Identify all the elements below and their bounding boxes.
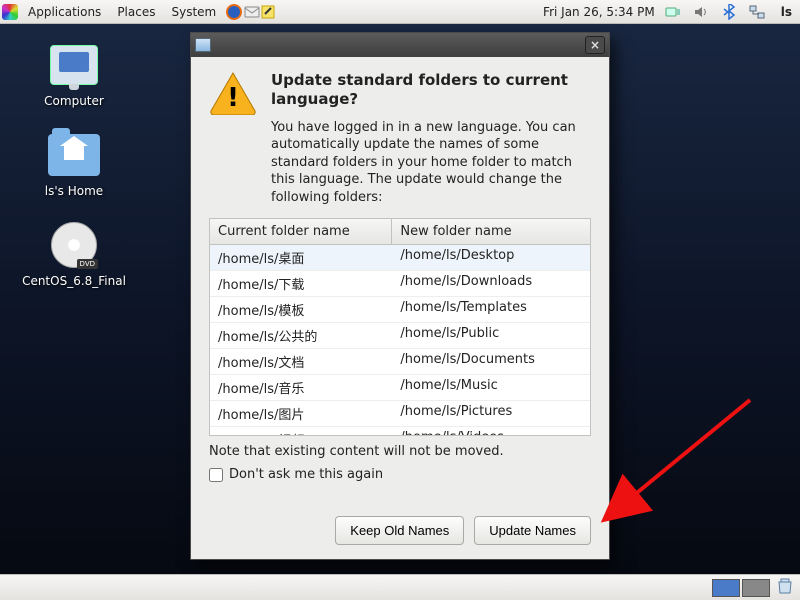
warning-icon: ! [209,71,257,206]
workspace-2[interactable] [742,579,770,597]
desktop-icons: Computer ls's Home CentOS_6.8_Final [14,40,134,288]
removable-media-icon[interactable] [663,0,683,24]
bluetooth-icon[interactable] [719,0,739,24]
bottom-panel [0,574,800,600]
cell-new: /home/ls/Downloads [392,271,590,296]
window-icon [195,38,211,52]
table-header: Current folder name New folder name [210,219,590,245]
cell-new: /home/ls/Pictures [392,401,590,426]
dialog-note: Note that existing content will not be m… [209,444,591,459]
cell-new: /home/ls/Public [392,323,590,348]
cell-new: /home/ls/Templates [392,297,590,322]
table-row[interactable]: /home/ls/模板/home/ls/Templates [210,297,590,323]
col-current[interactable]: Current folder name [210,219,392,244]
trash-icon[interactable] [776,577,794,598]
cell-current: /home/ls/下载 [210,271,392,296]
col-new[interactable]: New folder name [392,219,590,244]
table-row[interactable]: /home/ls/音乐/home/ls/Music [210,375,590,401]
cell-current: /home/ls/图片 [210,401,392,426]
dont-ask-label: Don't ask me this again [229,467,383,482]
distro-logo-icon [0,0,20,24]
dont-ask-again[interactable]: Don't ask me this again [209,467,591,482]
desktop-icon-home[interactable]: ls's Home [14,130,134,198]
folder-table: Current folder name New folder name /hom… [209,218,591,436]
dialog-message: You have logged in in a new language. Yo… [271,119,591,207]
table-row[interactable]: /home/ls/桌面/home/ls/Desktop [210,245,590,271]
menu-system[interactable]: System [163,0,224,24]
desktop-icon-dvd[interactable]: CentOS_6.8_Final [14,220,134,288]
notes-icon[interactable] [260,4,276,20]
svg-text:!: ! [227,83,239,113]
annotation-arrow [595,395,755,525]
network-icon[interactable] [747,0,767,24]
top-panel: Applications Places System Fri Jan 26, 5… [0,0,800,24]
desktop-icon-label: ls's Home [45,184,103,198]
table-row[interactable]: /home/ls/公共的/home/ls/Public [210,323,590,349]
clock[interactable]: Fri Jan 26, 5:34 PM [543,5,655,19]
dialog-titlebar[interactable]: × [191,33,609,57]
table-row[interactable]: /home/ls/文档/home/ls/Documents [210,349,590,375]
home-folder-icon [46,130,102,180]
update-names-button[interactable]: Update Names [474,516,591,545]
close-button[interactable]: × [585,36,605,54]
workspace-switcher[interactable] [712,579,770,597]
cell-current: /home/ls/视频 [210,427,392,436]
cell-current: /home/ls/桌面 [210,245,392,270]
table-row[interactable]: /home/ls/图片/home/ls/Pictures [210,401,590,427]
menu-applications[interactable]: Applications [20,0,109,24]
desktop-icon-label: Computer [44,94,104,108]
table-row[interactable]: /home/ls/下载/home/ls/Downloads [210,271,590,297]
keep-old-names-button[interactable]: Keep Old Names [335,516,464,545]
menu-places[interactable]: Places [109,0,163,24]
cell-new: /home/ls/Documents [392,349,590,374]
workspace-1[interactable] [712,579,740,597]
cell-new: /home/ls/Videos [392,427,590,436]
desktop-icon-label: CentOS_6.8_Final [22,274,126,288]
update-folders-dialog: × ! Update standard folders to current l… [190,32,610,560]
volume-icon[interactable] [691,0,711,24]
computer-icon [46,40,102,90]
cell-current: /home/ls/文档 [210,349,392,374]
mail-icon[interactable] [244,4,260,20]
cell-current: /home/ls/公共的 [210,323,392,348]
desktop-icon-computer[interactable]: Computer [14,40,134,108]
cell-current: /home/ls/音乐 [210,375,392,400]
user-menu[interactable]: ls [775,5,792,19]
dvd-icon [46,220,102,270]
dialog-heading: Update standard folders to current langu… [271,71,591,109]
firefox-icon[interactable] [224,0,244,24]
cell-new: /home/ls/Music [392,375,590,400]
cell-current: /home/ls/模板 [210,297,392,322]
cell-new: /home/ls/Desktop [392,245,590,270]
table-row[interactable]: /home/ls/视频/home/ls/Videos [210,427,590,436]
dont-ask-checkbox[interactable] [209,468,223,482]
